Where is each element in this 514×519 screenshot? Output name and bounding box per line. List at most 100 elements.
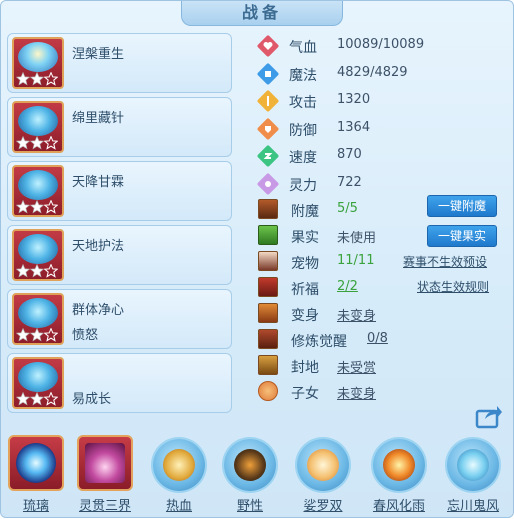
star-empty-icon (44, 200, 58, 214)
bottom-skill-item[interactable]: 忘川鬼风 (443, 433, 503, 517)
skill-icon (12, 37, 64, 89)
skill-card[interactable]: 天地护法 (7, 225, 232, 285)
skill-name: 天降甘霖 (72, 175, 125, 190)
star-filled-icon (30, 200, 44, 214)
heart-icon (257, 35, 279, 57)
bottom-skill-item[interactable]: 热血 (149, 433, 209, 517)
pet-icon (258, 251, 278, 271)
skill-list: 涅槃重生 绵里藏针 天降甘霖 天地护法 群体净心 愤怒 易成长 (7, 33, 232, 417)
wild-icon (234, 449, 266, 481)
status-value[interactable]: 0/8 (367, 331, 388, 346)
speed-icon (257, 145, 279, 167)
stat-value: 722 (337, 174, 362, 190)
skill-subtext: 愤怒 (72, 328, 99, 343)
star-filled-icon (30, 328, 44, 342)
status-value[interactable]: 2/2 (337, 279, 358, 294)
skill-card[interactable]: 涅槃重生 (7, 33, 232, 93)
stat-value: 4829/4829 (337, 64, 408, 80)
attack-icon (257, 90, 279, 112)
skill-frame (373, 439, 425, 491)
star-rating (16, 200, 58, 214)
stat-value: 1364 (337, 119, 371, 135)
skill-icon (12, 229, 64, 281)
status-label: 封地 (291, 360, 319, 376)
bottom-skill-item[interactable]: 灵贯三界 (75, 433, 135, 517)
transform-icon (258, 303, 278, 323)
status-value[interactable]: 未变身 (337, 383, 376, 402)
status-row-awakening[interactable]: 修炼觉醒 0/8 (253, 327, 511, 353)
skill-art-icon (18, 106, 58, 136)
status-value: 5/5 (337, 201, 358, 216)
fruit-icon (258, 225, 278, 245)
status-rules-link[interactable]: 状态生效规则 (417, 278, 489, 295)
attribute-stats: 气血 10089/10089 魔法 4829/4829 攻击 1320 防御 1… (253, 32, 511, 197)
status-label: 附魔 (291, 204, 319, 220)
status-row-fief[interactable]: 封地 未受赏 (253, 353, 511, 379)
stat-label: 速度 (289, 150, 317, 166)
equipment-status: 附魔 5/5 果实 未使用 宠物 11/11 祈福 2/2 变身 未变身 修炼觉… (253, 195, 511, 405)
status-label: 果实 (291, 230, 319, 246)
skill-art-icon (18, 42, 58, 72)
status-row-transform[interactable]: 变身 未变身 (253, 301, 511, 327)
star-empty-icon (44, 328, 58, 342)
share-icon[interactable] (475, 403, 503, 429)
spring-rain-icon (383, 449, 415, 481)
star-empty-icon (44, 264, 58, 278)
spirit-icon (257, 173, 279, 194)
stat-row: 速度 870 (253, 142, 511, 170)
bottom-skill-label: 灵贯三界 (78, 499, 131, 514)
ghost-wind-icon (457, 449, 489, 481)
skill-name: 天地护法 (72, 239, 125, 254)
bottom-skill-item[interactable]: 野性 (220, 433, 280, 517)
bottom-skill-label: 野性 (236, 499, 263, 514)
skill-name: 群体净心 (72, 303, 125, 318)
bottom-skill-label: 琉璃 (22, 499, 49, 514)
equipped-skills-bar: 琉璃 灵贯三界 热血 野性 娑罗双 春风化雨 忘川鬼风 (1, 433, 514, 519)
star-filled-icon (16, 200, 30, 214)
status-value: 未使用 (337, 231, 377, 246)
skill-icon (12, 165, 64, 217)
status-row-children[interactable]: 子女 未变身 (253, 379, 511, 405)
status-value[interactable]: 未受赏 (337, 357, 376, 376)
hot-blood-icon (163, 449, 195, 481)
status-label: 祈福 (291, 282, 319, 298)
skill-card[interactable]: 群体净心 愤怒 (7, 289, 232, 349)
star-rating (16, 328, 58, 342)
status-label: 子女 (291, 386, 319, 402)
status-label: 宠物 (291, 256, 319, 272)
mana-icon (257, 63, 279, 84)
bottom-skill-item[interactable]: 娑罗双 (293, 433, 353, 517)
star-rating (16, 136, 58, 150)
star-rating (16, 392, 58, 406)
skill-card[interactable]: 天降甘霖 (7, 161, 232, 221)
status-value: 11/11 (337, 253, 375, 268)
star-rating (16, 72, 58, 86)
star-filled-icon (30, 136, 44, 150)
skill-frame (77, 435, 133, 491)
skill-icon (12, 357, 64, 409)
stat-value: 1320 (337, 92, 371, 107)
bottom-skill-item[interactable]: 春风化雨 (369, 433, 429, 517)
panel-title: 战备 (181, 1, 343, 26)
stat-label: 防御 (289, 122, 317, 139)
one-click-enchant-button[interactable]: 一键附魔 (427, 195, 497, 217)
bottom-skill-item[interactable]: 琉璃 (6, 433, 66, 517)
skill-card[interactable]: 易成长 (7, 353, 232, 413)
skill-icon (12, 293, 64, 345)
skill-art-icon (18, 298, 58, 328)
skill-frame (297, 439, 349, 491)
star-filled-icon (16, 264, 30, 278)
skill-card[interactable]: 绵里藏针 (7, 97, 232, 157)
shield-icon (257, 118, 279, 139)
stat-row: 魔法 4829/4829 (253, 60, 511, 88)
stat-row: 灵力 722 (253, 170, 511, 198)
status-value[interactable]: 未变身 (337, 305, 376, 324)
star-empty-icon (44, 136, 58, 150)
stat-row: 攻击 1320 (253, 87, 511, 115)
match-preset-link[interactable]: 赛事不生效预设 (403, 253, 487, 270)
awakening-icon (258, 329, 278, 349)
battle-prep-panel: 战备 涅槃重生 绵里藏针 天降甘霖 天地护法 群体净心 愤怒 易成长 气血 10… (0, 0, 514, 518)
one-click-fruit-button[interactable]: 一键果实 (427, 225, 497, 247)
bottom-skill-label: 春风化雨 (372, 499, 425, 514)
skill-frame (447, 439, 499, 491)
